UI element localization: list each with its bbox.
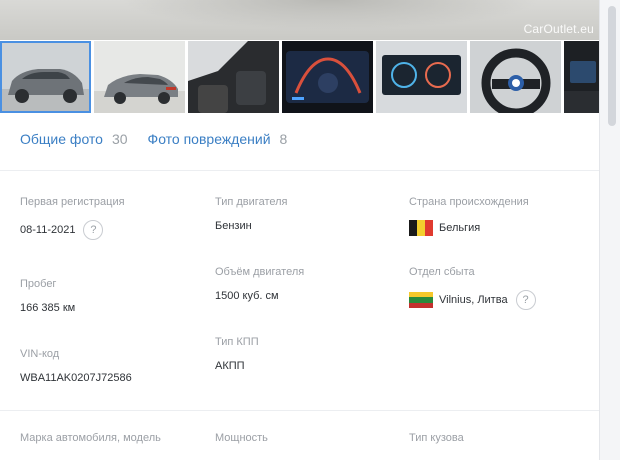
spec-vin: VIN-код WBA11AK0207J72586 bbox=[20, 348, 200, 384]
spec-transmission: Тип КПП АКПП bbox=[215, 336, 395, 372]
spec-engine-volume: Объём двигателя 1500 куб. см bbox=[215, 266, 395, 302]
help-icon[interactable]: ? bbox=[83, 220, 104, 240]
thumbnail-dashboard-display[interactable] bbox=[376, 41, 467, 113]
spec-label: Марка автомобиля, модель bbox=[20, 432, 161, 444]
thumbnail-strip bbox=[0, 41, 600, 113]
spec-engine-type: Тип двигателя Бензин bbox=[215, 196, 395, 232]
spec-value: WBA11AK0207J72586 bbox=[20, 372, 132, 384]
scrollbar-thumb[interactable] bbox=[608, 6, 616, 126]
help-icon[interactable]: ? bbox=[515, 290, 536, 310]
spec-value: 166 385 км bbox=[20, 302, 76, 314]
watermark: CarOutlet.eu bbox=[523, 22, 594, 36]
spec-value: 08-11-2021 bbox=[20, 224, 76, 236]
tab-label: Общие фото bbox=[20, 131, 103, 147]
listing-page: CarOutlet.eu Общие фото 30 Фото поврежде… bbox=[0, 0, 620, 460]
spec-value: Vilnius, Литва bbox=[439, 294, 508, 306]
listing-panel: CarOutlet.eu Общие фото 30 Фото поврежде… bbox=[0, 0, 600, 460]
spec-sales-office: Отдел сбыта Vilnius, Литва ? bbox=[409, 266, 589, 310]
spec-power: Мощность bbox=[215, 432, 395, 456]
spec-label: Тип кузова bbox=[409, 432, 464, 444]
spec-value: Бельгия bbox=[439, 222, 481, 234]
tab-damage-photos[interactable]: Фото повреждений 8 bbox=[148, 131, 288, 147]
spec-label: Пробег bbox=[20, 278, 57, 290]
thumbnail-exterior-front[interactable] bbox=[0, 41, 91, 113]
spec-first-registration: Первая регистрация 08-11-2021 ? bbox=[20, 196, 200, 240]
spec-label: Тип КПП bbox=[215, 336, 259, 348]
spec-value: АКПП bbox=[215, 360, 245, 372]
spec-label: Объём двигателя bbox=[215, 266, 305, 278]
thumbnail-steering-wheel[interactable] bbox=[470, 41, 561, 113]
main-photo[interactable]: CarOutlet.eu bbox=[0, 0, 600, 40]
thumbnail-interior-dash[interactable] bbox=[564, 41, 600, 113]
thumbnail-instrument-cluster[interactable] bbox=[282, 41, 373, 113]
divider bbox=[0, 410, 600, 411]
tab-count: 30 bbox=[111, 131, 128, 147]
tab-general-photos[interactable]: Общие фото 30 bbox=[20, 131, 128, 147]
spec-label: Отдел сбыта bbox=[409, 266, 475, 278]
scrollbar[interactable] bbox=[599, 0, 620, 460]
divider bbox=[0, 170, 600, 171]
tab-label: Фото повреждений bbox=[147, 131, 271, 147]
spec-value: Бензин bbox=[215, 220, 252, 232]
spec-label: VIN-код bbox=[20, 348, 60, 360]
spec-make-model: Марка автомобиля, модель bbox=[20, 432, 200, 456]
spec-label: Тип двигателя bbox=[215, 196, 288, 208]
thumbnail-interior-seats[interactable] bbox=[188, 41, 279, 113]
thumbnail-exterior-rear[interactable] bbox=[94, 41, 185, 113]
belgium-flag-icon bbox=[409, 220, 433, 236]
spec-mileage: Пробег 166 385 км bbox=[20, 278, 200, 314]
spec-label: Первая регистрация bbox=[20, 196, 125, 208]
spec-value: 1500 куб. см bbox=[215, 290, 279, 302]
spec-label: Мощность bbox=[215, 432, 268, 444]
tab-count: 8 bbox=[279, 131, 288, 147]
spec-body-type: Тип кузова bbox=[409, 432, 589, 456]
spec-label: Страна происхождения bbox=[409, 196, 529, 208]
spec-origin-country: Страна происхождения Бельгия bbox=[409, 196, 589, 236]
gallery-tabs: Общие фото 30 Фото повреждений 8 bbox=[20, 128, 307, 150]
lithuania-flag-icon bbox=[409, 292, 433, 308]
